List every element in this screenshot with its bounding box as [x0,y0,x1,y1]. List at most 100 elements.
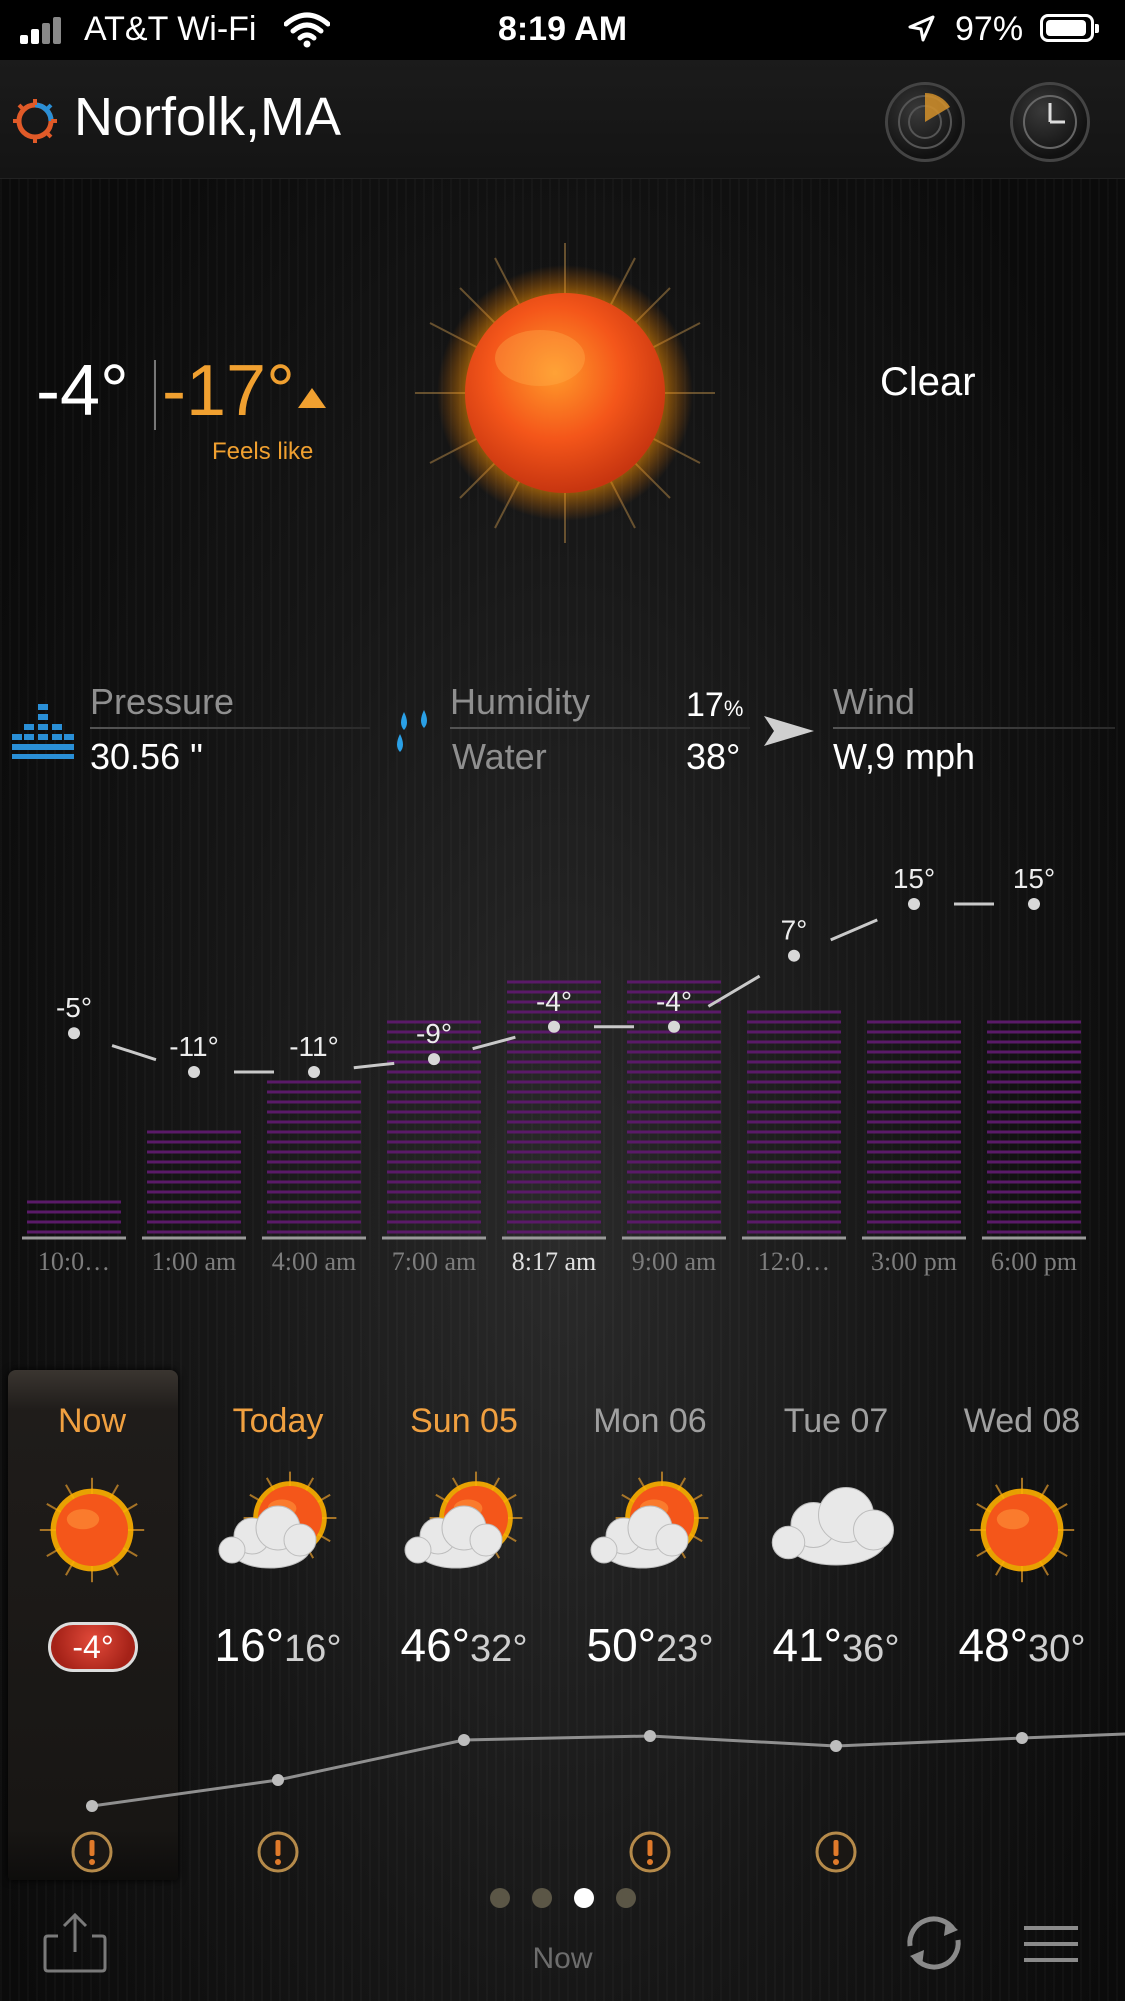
radar-button[interactable] [885,82,965,162]
pressure-icon [12,704,74,759]
high-temperature: 16° [214,1619,285,1671]
location-header: Norfolk,MA [0,60,1125,179]
day-label: Today [232,1402,324,1440]
low-temperature: 36° [842,1628,900,1670]
trend-point [458,1734,470,1746]
cloud-icon [771,1487,894,1566]
refresh-icon[interactable] [898,1910,970,1976]
condition-text: Clear [880,360,976,404]
temperature-point [668,1020,680,1033]
trend-line-segment [91,1778,279,1808]
low-temperature: 30° [1028,1628,1086,1670]
hourly-temperature-chart[interactable]: 10:0… 1:00 am 4:00 am 7:00 am 8:17 am 9:00 am… [0,860,1125,1280]
divider [90,727,370,729]
trend-line-segment [277,1738,465,1782]
feels-like-temperature: -17° [162,351,295,431]
page-dot[interactable] [532,1888,552,1908]
temperature-label: -11° [169,1031,219,1062]
current-temperature: -4° [36,351,129,431]
day-label: Now [57,1402,127,1440]
high-temperature: 41° [772,1619,843,1671]
hourly-column[interactable]: 10:0… [22,1200,126,1276]
history-clock-button[interactable] [1010,82,1090,162]
temperature-point [308,1066,320,1078]
high-temperature: 50° [586,1619,657,1671]
hourly-time-label: 7:00 am [392,1247,477,1276]
water-temperature: 38° [686,736,741,777]
hourly-bar [987,1020,1081,1234]
clock-icon [1023,95,1077,149]
day-temperatures: 50°23° [555,1618,745,1672]
day-temperatures: 41°36° [741,1618,931,1672]
temperature-label: -5° [56,992,92,1023]
hourly-time-label: 6:00 pm [991,1247,1077,1276]
day-temperatures: 46°32° [369,1618,559,1672]
trend-line-segment [463,1734,651,1742]
weather-screen: AT&T Wi-Fi 8:19 AM 97% Norfolk,MA -4° -1… [0,0,1125,2001]
page-dot[interactable] [574,1888,594,1908]
menu-icon[interactable] [1022,1924,1080,1964]
hourly-bar [507,980,601,1234]
day-label: Tue 07 [783,1402,889,1440]
trend-line-segment [649,1734,837,1748]
daily-trend-graph [86,1730,1125,1812]
temperature-label: -11° [289,1031,339,1062]
hourly-column[interactable]: 6:00 pm [982,1020,1086,1276]
radar-icon [898,92,952,149]
hourly-bar [267,1080,361,1234]
divider [833,727,1115,729]
clear-sun-icon [415,243,715,543]
humidity-value: 17% [686,686,744,724]
hourly-time-label: 4:00 am [272,1247,357,1276]
low-temperature: 32° [470,1628,528,1670]
location-gear-icon[interactable] [12,98,58,144]
hourly-column[interactable]: 12:0… [742,1010,846,1276]
trend-point [644,1730,656,1742]
sun-icon [969,1477,1075,1583]
temperature-point [788,949,800,962]
page-dot[interactable] [490,1888,510,1908]
day-temperatures: 16°16° [183,1618,373,1672]
trend-point [86,1800,98,1812]
hourly-time-label: 1:00 am [152,1247,237,1276]
water-label: Water [452,736,547,777]
day-label: Mon 06 [593,1402,707,1440]
page-dot[interactable] [616,1888,636,1908]
page-indicator[interactable] [490,1888,640,1910]
partly-cloudy-icon [404,1471,523,1569]
pressure-label: Pressure [90,681,235,722]
trend-line-segment [1021,1732,1125,1740]
trend-point [272,1774,284,1786]
wind-direction-arrow-icon [764,716,814,746]
sun-icon [39,1477,145,1583]
temperature-label: -9° [416,1018,452,1049]
low-temperature: 16° [284,1628,342,1670]
temperature-point [908,898,920,910]
hourly-column[interactable]: 1:00 am [142,1130,246,1276]
temperature-point [188,1066,200,1078]
temperature-label: 7° [781,915,808,946]
location-name[interactable]: Norfolk,MA [74,86,341,148]
temperature-label: -4° [536,986,572,1017]
partly-cloudy-icon [218,1471,337,1569]
status-bar: AT&T Wi-Fi 8:19 AM 97% [0,0,1125,60]
day-temperatures: 48°30° [927,1618,1117,1672]
hourly-column[interactable]: 4:00 am [262,1080,366,1276]
current-temp-badge: -4° [48,1622,138,1672]
humidity-label: Humidity [450,681,591,722]
water-drops-icon [397,710,427,752]
day-label: Wed 08 [963,1402,1081,1440]
hourly-time-label: 10:0… [38,1247,110,1276]
temperature-divider [154,360,156,430]
partly-cloudy-icon [590,1471,709,1569]
hourly-bar [867,1020,961,1234]
hourly-bar [747,1010,841,1234]
hourly-column[interactable]: 3:00 pm [862,1020,966,1276]
temperature-point [428,1053,440,1066]
high-temperature: 46° [400,1619,471,1671]
hourly-bar [27,1200,121,1234]
hourly-bar [147,1130,241,1234]
wind-value: W,9 mph [833,736,976,777]
hourly-time-label: 3:00 pm [871,1247,957,1276]
hourly-time-label: 8:17 am [512,1247,597,1276]
